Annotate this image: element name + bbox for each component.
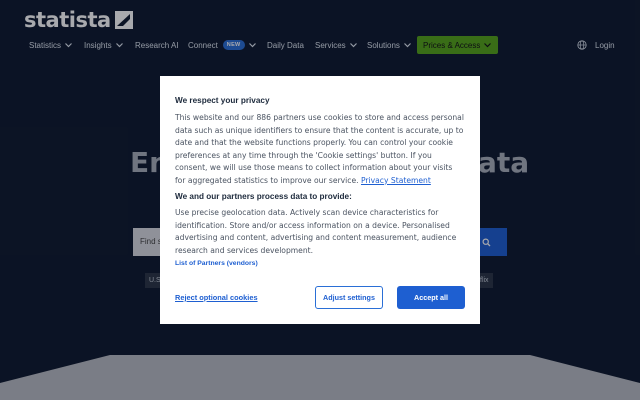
consent-body: This website and our 886 partners use co… [175, 112, 465, 187]
privacy-statement-link[interactable]: Privacy Statement [361, 176, 431, 185]
consent-body-text: This website and our 886 partners use co… [175, 113, 464, 185]
accept-all-button[interactable]: Accept all [397, 286, 465, 309]
cookie-consent-dialog: We respect your privacy This website and… [160, 76, 480, 324]
partners-text: Use precise geolocation data. Actively s… [175, 208, 457, 255]
consent-title: We respect your privacy [175, 96, 270, 105]
partners-title: We and our partners process data to prov… [175, 192, 352, 201]
reject-optional-cookies-link[interactable]: Reject optional cookies [175, 293, 258, 302]
vendors-link[interactable]: List of Partners (vendors) [175, 260, 465, 267]
adjust-settings-button[interactable]: Adjust settings [315, 286, 383, 309]
